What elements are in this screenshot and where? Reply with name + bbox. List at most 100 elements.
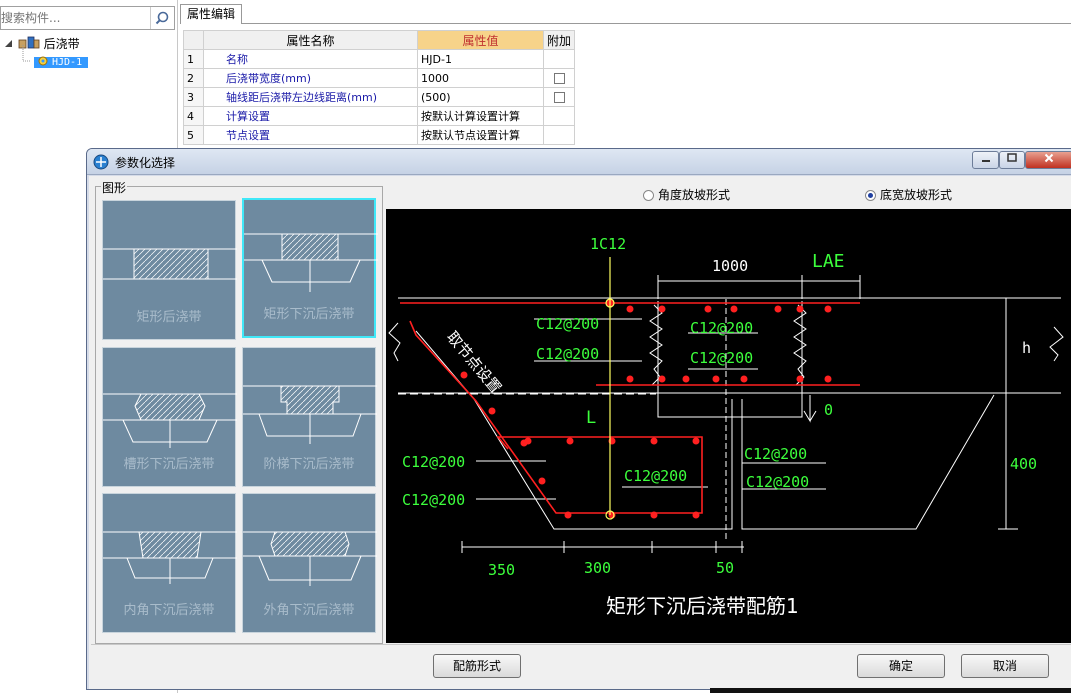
attach-checkbox[interactable]	[553, 73, 565, 84]
dialog-title: 参数化选择	[115, 156, 176, 170]
thumbnail-label: 内角下沉后浇带	[123, 603, 215, 618]
row-index: 3	[183, 87, 204, 107]
radio-bottom-width-slope[interactable]: 底宽放坡形式	[865, 186, 952, 203]
maximize-icon	[1007, 153, 1017, 162]
label-rebar-left-2: C12@200	[536, 345, 599, 363]
label-top-bar: 1C12	[590, 235, 626, 253]
minimize-icon	[981, 160, 990, 162]
radio-angle-slope-label: 角度放坡形式	[658, 188, 731, 202]
thumbnail-rect[interactable]: 矩形后浇带	[102, 200, 237, 340]
dialog-footer: 配筋形式 确定 取消	[91, 644, 1071, 689]
attach-checkbox[interactable]	[553, 92, 565, 103]
label-lower-left-2: C12@200	[402, 491, 465, 509]
maximize-button[interactable]	[999, 151, 1025, 169]
label-h: h	[1022, 339, 1031, 357]
property-name: 计算设置	[203, 106, 418, 126]
thumbnail-outer-corner-sunken[interactable]: 外角下沉后浇带	[242, 493, 377, 633]
radio-bottom-width-slope-indicator[interactable]	[865, 190, 876, 201]
thumbnail-rect-sunken[interactable]: 矩形下沉后浇带	[242, 198, 378, 338]
property-value[interactable]: 按默认节点设置计算	[417, 125, 544, 145]
ok-button[interactable]: 确定	[857, 654, 945, 678]
parametric-selection-dialog: 参数化选择 图形 矩形后浇带 矩形下沉后浇带 槽形下沉后浇带 阶梯下沉后浇带 内…	[86, 148, 1071, 690]
property-name: 轴线距后浇带左边线距离(mm)	[203, 87, 418, 107]
label-dim-50: 50	[716, 559, 734, 577]
background-strip	[710, 688, 1071, 693]
property-value[interactable]: (500)	[417, 87, 544, 107]
property-value[interactable]: 1000	[417, 68, 544, 88]
table-row[interactable]: 5 节点设置 按默认节点设置计算	[183, 125, 576, 145]
search-box	[0, 6, 175, 30]
component-gear-icon	[38, 56, 48, 66]
dialog-app-icon	[93, 154, 109, 170]
property-extra	[542, 125, 576, 145]
column-header-extra: 附加	[542, 30, 576, 50]
column-header-index	[183, 30, 204, 50]
tab-divider	[242, 23, 1071, 24]
collapse-icon[interactable]	[4, 39, 14, 49]
thumbnail-label: 矩形后浇带	[136, 310, 202, 325]
dialog-titlebar[interactable]: 参数化选择	[87, 149, 1071, 175]
radio-bottom-width-slope-label: 底宽放坡形式	[880, 188, 953, 202]
row-index: 5	[183, 125, 204, 145]
radio-angle-slope[interactable]: 角度放坡形式	[643, 186, 730, 203]
row-index: 1	[183, 49, 204, 69]
tree-item-child[interactable]: HJD-1	[22, 45, 110, 70]
label-lower-mid: C12@200	[624, 467, 687, 485]
search-icon	[155, 11, 169, 25]
table-row[interactable]: 4 计算设置 按默认计算设置计算	[183, 106, 576, 126]
cancel-button[interactable]: 取消	[961, 654, 1049, 678]
property-name: 后浇带宽度(mm)	[203, 68, 418, 88]
minimize-button[interactable]	[972, 151, 999, 169]
close-icon	[1044, 153, 1054, 163]
property-value[interactable]: 按默认计算设置计算	[417, 106, 544, 126]
label-zero: 0	[824, 401, 833, 419]
thumbnail-step-sunken[interactable]: 阶梯下沉后浇带	[242, 347, 377, 487]
table-row[interactable]: 1 名称 HJD-1	[183, 49, 576, 69]
property-extra	[542, 87, 576, 107]
label-l: L	[586, 408, 596, 428]
search-input[interactable]	[1, 7, 149, 29]
row-index: 4	[183, 106, 204, 126]
property-editor: 属性编辑 属性名称 属性值 附加 1 名称 HJD-1 2 后浇带宽度(mm) 1000 3…	[178, 0, 1071, 160]
search-button[interactable]	[150, 7, 174, 29]
property-extra	[542, 49, 576, 69]
label-node-setting: 取节点设置	[443, 328, 505, 397]
column-header-name: 属性名称	[203, 30, 418, 50]
thumbnail-label: 阶梯下沉后浇带	[263, 457, 355, 472]
tab-property-edit[interactable]: 属性编辑	[180, 4, 242, 24]
property-table: 属性名称 属性值 附加 1 名称 HJD-1 2 后浇带宽度(mm) 1000 3 轴线距后浇…	[183, 30, 576, 145]
rebar-form-button[interactable]: 配筋形式	[433, 654, 521, 678]
drawing-preview-canvas: 1C12 1000 LAE C12@200 C12@200 C12@200 C1…	[386, 209, 1071, 643]
thumbnail-label: 矩形下沉后浇带	[263, 307, 355, 322]
label-lower-right-2: C12@200	[746, 473, 809, 491]
label-rebar-left-1: C12@200	[536, 315, 599, 333]
table-row[interactable]: 3 轴线距后浇带左边线距离(mm) (500)	[183, 87, 576, 107]
property-extra	[542, 106, 576, 126]
table-row[interactable]: 2 后浇带宽度(mm) 1000	[183, 68, 576, 88]
label-lower-left-1: C12@200	[402, 453, 465, 471]
gallery-title: 图形	[101, 179, 128, 196]
radio-angle-slope-indicator[interactable]	[643, 190, 654, 201]
thumbnail-groove-sunken[interactable]: 槽形下沉后浇带	[102, 347, 237, 487]
tree-root-label: 后浇带	[43, 37, 80, 51]
thumbnail-inner-corner-sunken[interactable]: 内角下沉后浇带	[102, 493, 237, 633]
dialog-body: 图形 矩形后浇带 矩形下沉后浇带 槽形下沉后浇带 阶梯下沉后浇带 内角下沉后浇带…	[89, 176, 1071, 689]
label-rebar-mid-2: C12@200	[690, 349, 753, 367]
thumbnail-label: 槽形下沉后浇带	[123, 457, 215, 472]
property-value[interactable]: HJD-1	[417, 49, 544, 69]
rebar-drawing: 1C12 1000 LAE C12@200 C12@200 C12@200 C1…	[388, 235, 1064, 618]
label-lower-right-1: C12@200	[744, 445, 807, 463]
property-extra	[542, 68, 576, 88]
column-header-value: 属性值	[417, 30, 544, 50]
property-name: 名称	[203, 49, 418, 69]
label-dim-350: 350	[488, 561, 515, 579]
component-tree: 后浇带 HJD-1	[4, 36, 89, 70]
tree-item-root[interactable]: 后浇带	[4, 36, 80, 53]
slope-form-radio-group: 角度放坡形式 底宽放坡形式	[387, 183, 1071, 205]
close-button[interactable]	[1025, 151, 1071, 169]
label-rebar-mid-1: C12@200	[690, 319, 753, 337]
property-name: 节点设置	[203, 125, 418, 145]
tree-connector-icon	[22, 45, 30, 62]
label-dim-300: 300	[584, 559, 611, 577]
label-depth: 400	[1010, 455, 1037, 473]
